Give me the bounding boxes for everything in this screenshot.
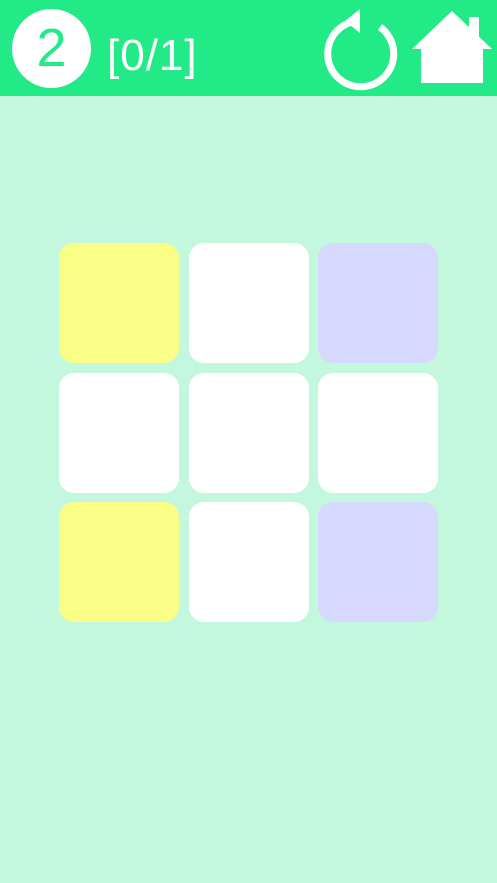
tile-r2-c2[interactable] — [188, 372, 309, 493]
tile-r1-c3[interactable] — [318, 243, 438, 363]
tile-r3-c1[interactable] — [59, 502, 179, 622]
tile-r3-c2[interactable] — [188, 502, 309, 622]
progress-counter: [0/1] — [107, 31, 198, 80]
restart-button[interactable] — [323, 5, 405, 91]
top-bar: 2 [0/1] — [0, 0, 497, 96]
game-board — [59, 243, 438, 622]
tile-r2-c3[interactable] — [318, 372, 438, 493]
tile-r3-c3[interactable] — [318, 502, 438, 622]
tile-r2-c1[interactable] — [59, 372, 179, 493]
tile-r1-c2[interactable] — [188, 243, 309, 363]
home-icon — [412, 11, 492, 83]
tile-r1-c1[interactable] — [59, 243, 179, 363]
home-button[interactable] — [412, 9, 492, 85]
level-badge: 2 — [12, 9, 91, 88]
restart-icon — [324, 9, 398, 91]
